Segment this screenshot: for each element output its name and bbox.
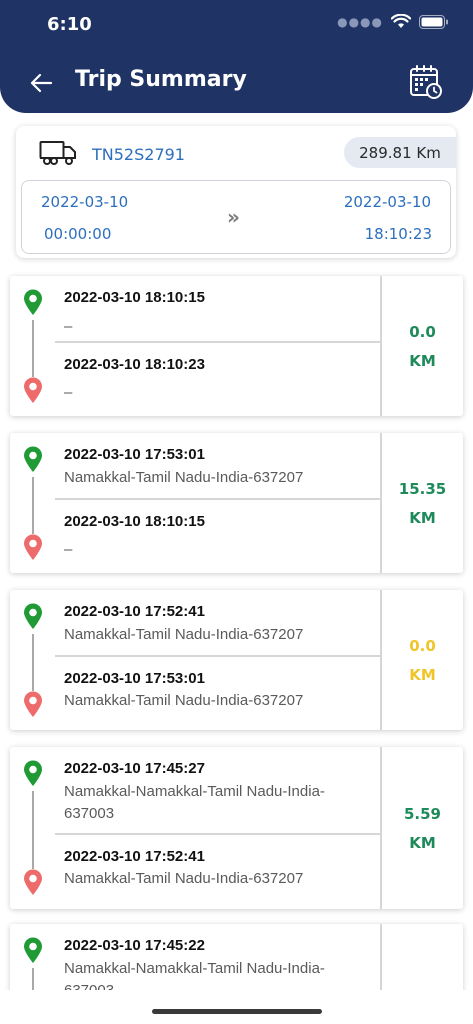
route-line (32, 791, 34, 869)
trip-distance-unit: KM (409, 509, 436, 527)
trip-end-time: 2022-03-10 18:10:15 (64, 513, 205, 530)
app-header: 6:10 ●●●● Trip Summary (0, 0, 473, 113)
end-location-pin-icon (24, 869, 42, 895)
trip-end-time: 2022-03-10 17:53:01 (64, 670, 205, 687)
trip-start-time: 2022-03-10 18:10:15 (64, 289, 205, 306)
trip-distance: 15.35 (398, 480, 447, 498)
start-location-pin-icon (24, 760, 42, 786)
trip-distance-unit: KM (409, 352, 436, 370)
end-location-pin-icon (24, 691, 42, 717)
date-range-box[interactable]: 2022-03-10 00:00:00 » 2022-03-10 18:10:2… (21, 180, 451, 254)
route-line (32, 634, 34, 691)
home-indicator[interactable] (152, 1009, 322, 1014)
route-line (32, 477, 34, 534)
back-button[interactable] (24, 66, 58, 100)
trip-end-address: Namakkal-Tamil Nadu-India-637207 (64, 692, 304, 709)
total-distance-badge: 289.81 Km (344, 137, 456, 168)
status-icons: ●●●● (337, 14, 449, 29)
start-location-pin-icon (24, 603, 42, 629)
trip-distance: 0.0 (409, 323, 436, 341)
end-location-pin-icon (24, 534, 42, 560)
trip-start-time: 2022-03-10 17:52:41 (64, 603, 205, 620)
cellular-signal-icon: ●●●● (337, 14, 383, 29)
trip-start-address: Namakkal-Tamil Nadu-India-637207 (64, 469, 304, 486)
calendar-clock-icon (410, 65, 442, 99)
divider (55, 498, 381, 500)
trip-end-address: – (64, 384, 73, 401)
trip-start-address: Namakkal-Namakkal-Tamil Nadu-India-63700… (64, 783, 325, 822)
trip-distance-unit: KM (409, 834, 436, 852)
battery-icon (419, 14, 448, 29)
status-time: 6:10 (47, 14, 92, 35)
trip-start-time: 2022-03-10 17:45:22 (64, 937, 205, 954)
divider (55, 833, 381, 835)
end-location-pin-icon (24, 377, 42, 403)
trip-end-address: – (64, 541, 73, 558)
from-time: 00:00:00 (44, 225, 112, 243)
trip-start-time: 2022-03-10 17:45:27 (64, 760, 205, 777)
route-line (32, 320, 34, 377)
page-title: Trip Summary (75, 67, 247, 92)
back-arrow-icon (30, 73, 53, 93)
trip-distance: 0.0 (409, 637, 436, 655)
start-location-pin-icon (24, 937, 42, 963)
calendar-filter-button[interactable] (409, 64, 443, 100)
trip-start-time: 2022-03-10 17:53:01 (64, 446, 205, 463)
trip-end-address: Namakkal-Tamil Nadu-India-637207 (64, 870, 304, 887)
trip-card[interactable]: 2022-03-10 18:10:15 – 2022-03-10 18:10:2… (10, 276, 463, 416)
from-date: 2022-03-10 (41, 193, 129, 211)
bottom-safe-area (0, 990, 473, 1024)
trip-summary-card: TN52S2791 289.81 Km 2022-03-10 00:00:00 … (16, 126, 456, 258)
double-chevron-right-icon: » (227, 205, 240, 229)
trip-start-address: Namakkal-Tamil Nadu-India-637207 (64, 626, 304, 643)
start-location-pin-icon (24, 446, 42, 472)
trip-card[interactable]: 2022-03-10 17:45:27 Namakkal-Namakkal-Ta… (10, 747, 463, 909)
trip-end-time: 2022-03-10 18:10:23 (64, 356, 205, 373)
trip-end-time: 2022-03-10 17:52:41 (64, 848, 205, 865)
trip-distance-unit: KM (409, 666, 436, 684)
trip-card[interactable]: 2022-03-10 17:52:41 Namakkal-Tamil Nadu-… (10, 590, 463, 730)
to-time: 18:10:23 (364, 225, 432, 243)
trip-start-address: – (64, 318, 73, 335)
vehicle-number: TN52S2791 (92, 145, 185, 164)
start-location-pin-icon (24, 289, 42, 315)
wifi-icon (391, 14, 411, 28)
truck-icon (39, 141, 76, 165)
divider (55, 655, 381, 657)
to-date: 2022-03-10 (343, 193, 431, 211)
trip-card[interactable]: 2022-03-10 17:53:01 Namakkal-Tamil Nadu-… (10, 433, 463, 573)
divider (55, 341, 381, 343)
trip-distance: 5.59 (403, 805, 441, 823)
